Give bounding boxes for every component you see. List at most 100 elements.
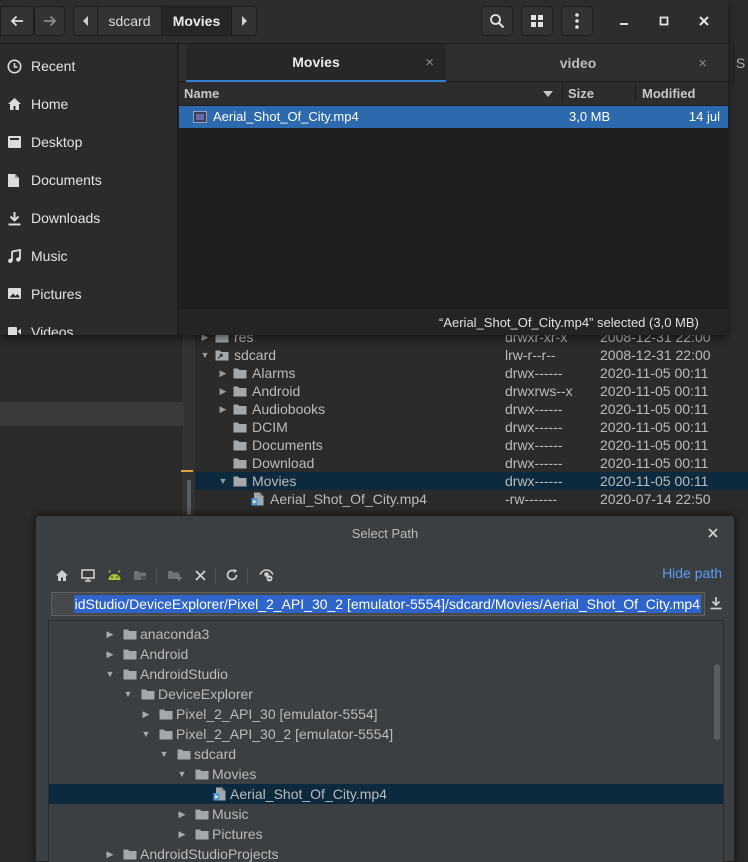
place-home[interactable]: Home	[0, 85, 177, 123]
tree-row[interactable]: Aerial_Shot_Of_City.mp4	[49, 784, 723, 804]
forward-button[interactable]	[34, 6, 65, 36]
chevron-right-icon[interactable]: ▶	[105, 624, 115, 644]
folder-icon	[123, 669, 137, 680]
chevron-down-icon[interactable]: ▼	[217, 472, 229, 490]
device-file-name: Movies	[252, 473, 297, 489]
place-pictures[interactable]: Pictures	[0, 275, 177, 313]
device-file-row[interactable]: ▶ Audiobooks drwx------ 2020-11-05 00:11	[195, 400, 748, 418]
column-separator	[562, 85, 563, 103]
path-segment-movies[interactable]: Movies	[162, 7, 232, 35]
chevron-right-icon[interactable]: ▶	[177, 804, 187, 824]
tab-close-icon[interactable]: ×	[698, 55, 707, 72]
home-button[interactable]	[53, 566, 71, 584]
toolbar-separator	[215, 568, 216, 584]
android-sdk-button[interactable]	[105, 566, 123, 584]
refresh-button[interactable]	[223, 566, 241, 584]
device-file-name: Download	[252, 455, 315, 471]
chevron-right-icon[interactable]: ▶	[177, 824, 187, 844]
show-hidden-button[interactable]	[257, 566, 275, 584]
maximize-button[interactable]	[650, 6, 678, 36]
column-modified[interactable]: Modified	[642, 82, 695, 106]
tree-item-label: Music	[212, 806, 249, 822]
grid-icon	[530, 14, 544, 28]
chevron-right-icon[interactable]: ▶	[217, 400, 229, 418]
file-row[interactable]: Aerial_Shot_Of_City.mp4 3,0 MB 14 jul	[179, 106, 728, 128]
new-folder-button	[165, 566, 183, 584]
folder-icon	[233, 458, 247, 469]
tab-close-icon[interactable]: ×	[425, 54, 434, 71]
file-modified: 14 jul	[688, 109, 720, 124]
chevron-right-icon[interactable]: ▶	[105, 644, 115, 664]
window-close-button[interactable]	[690, 6, 718, 36]
refresh-icon	[225, 568, 239, 582]
delete-button[interactable]	[191, 566, 209, 584]
menu-button[interactable]	[561, 6, 593, 36]
view-mode-button[interactable]	[521, 6, 553, 36]
place-documents[interactable]: Documents	[0, 161, 177, 199]
device-file-row[interactable]: ▶ Alarms drwx------ 2020-11-05 00:11	[195, 364, 748, 382]
place-music[interactable]: Music	[0, 237, 177, 275]
hide-path-link[interactable]: Hide path	[662, 565, 722, 581]
tree-row[interactable]: ▶ Pictures	[49, 824, 723, 844]
device-file-permissions: drwx------	[505, 365, 563, 381]
chevron-right-icon[interactable]: ▶	[217, 364, 229, 382]
search-button[interactable]	[481, 6, 513, 36]
place-downloads[interactable]: Downloads	[0, 199, 177, 237]
chevron-down-icon[interactable]: ▼	[141, 724, 151, 744]
place-videos[interactable]: Videos	[0, 313, 177, 335]
chevron-right-icon[interactable]: ▶	[105, 844, 115, 862]
tree-row[interactable]: ▶ Music	[49, 804, 723, 824]
chevron-down-icon[interactable]: ▼	[159, 744, 169, 764]
place-recent[interactable]: Recent	[0, 47, 177, 85]
device-file-row[interactable]: DCIM drwx------ 2020-11-05 00:11	[195, 418, 748, 436]
tree-row[interactable]: ▼ Pixel_2_API_30_2 [emulator-5554]	[49, 724, 723, 744]
device-file-row[interactable]: Documents drwx------ 2020-11-05 00:11	[195, 436, 748, 454]
tree-row[interactable]: ▶ Pixel_2_API_30 [emulator-5554]	[49, 704, 723, 724]
place-label: Videos	[31, 324, 74, 335]
tree-row[interactable]: ▶ Android	[49, 644, 723, 664]
path-scroll-right-button[interactable]	[232, 7, 256, 35]
tab-video[interactable]: video ×	[447, 44, 709, 82]
device-file-date: 2020-11-05 00:11	[600, 455, 709, 471]
tree-row[interactable]: ▼ DeviceExplorer	[49, 684, 723, 704]
device-file-row[interactable]: Aerial_Shot_Of_City.mp4 -rw------- 2020-07…	[195, 490, 748, 508]
tree-row[interactable]: ▶ AndroidStudioProjects	[49, 844, 723, 862]
tree-row[interactable]: ▶ anaconda3	[49, 624, 723, 644]
folder-icon	[233, 476, 247, 487]
ide-scroll-thumb[interactable]	[187, 480, 191, 516]
device-file-row[interactable]: ▼ Movies drwx------ 2020-11-05 00:11	[195, 472, 748, 490]
file-size: 3,0 MB	[569, 109, 611, 124]
device-file-date: 2020-07-14 22:50	[600, 491, 711, 507]
chevron-down-icon[interactable]: ▼	[177, 764, 187, 784]
path-segment-sdcard[interactable]: sdcard	[98, 7, 162, 35]
path-scroll-left-button[interactable]	[74, 7, 98, 35]
device-file-date: 2008-12-31 22:00	[600, 347, 711, 363]
tree-row[interactable]: ▼ AndroidStudio	[49, 664, 723, 684]
file-icon	[251, 492, 265, 506]
tree-row[interactable]: ▼ Movies	[49, 764, 723, 784]
place-desktop[interactable]: Desktop	[0, 123, 177, 161]
tab-movies[interactable]: Movies ×	[186, 44, 446, 82]
device-file-row[interactable]: ▶ Android drwxrws--x 2020-11-05 00:11	[195, 382, 748, 400]
toolbar-separator	[247, 568, 248, 584]
chevron-right-icon[interactable]: ▶	[217, 382, 229, 400]
desktop-button[interactable]	[79, 566, 97, 584]
device-file-row[interactable]: Download drwx------ 2020-11-05 00:11	[195, 454, 748, 472]
device-file-name: Audiobooks	[252, 401, 326, 417]
column-size[interactable]: Size	[568, 82, 594, 106]
back-button[interactable]	[0, 6, 34, 36]
column-name[interactable]: Name	[184, 82, 564, 106]
select-path-dialog: Select Path Hide path idStudio/DeviceExp…	[35, 515, 735, 862]
dialog-close-button[interactable]	[708, 528, 720, 540]
chevron-down-icon[interactable]: ▼	[123, 684, 133, 704]
path-download-button[interactable]	[709, 596, 725, 612]
path-input[interactable]: idStudio/DeviceExplorer/Pixel_2_API_30_2…	[51, 592, 705, 616]
selection-status: “Aerial_Shot_Of_City.mp4” selected (3,0 …	[439, 315, 699, 330]
tree-row[interactable]: ▼ sdcard	[49, 744, 723, 764]
tab-overflow[interactable]: S	[733, 44, 747, 82]
minimize-button[interactable]	[610, 6, 638, 36]
chevron-right-icon[interactable]: ▶	[141, 704, 151, 724]
device-file-row[interactable]: ▼ sdcard lrw-r--r-- 2008-12-31 22:00	[195, 346, 748, 364]
chevron-down-icon[interactable]: ▼	[199, 346, 211, 364]
chevron-down-icon[interactable]: ▼	[105, 664, 115, 684]
